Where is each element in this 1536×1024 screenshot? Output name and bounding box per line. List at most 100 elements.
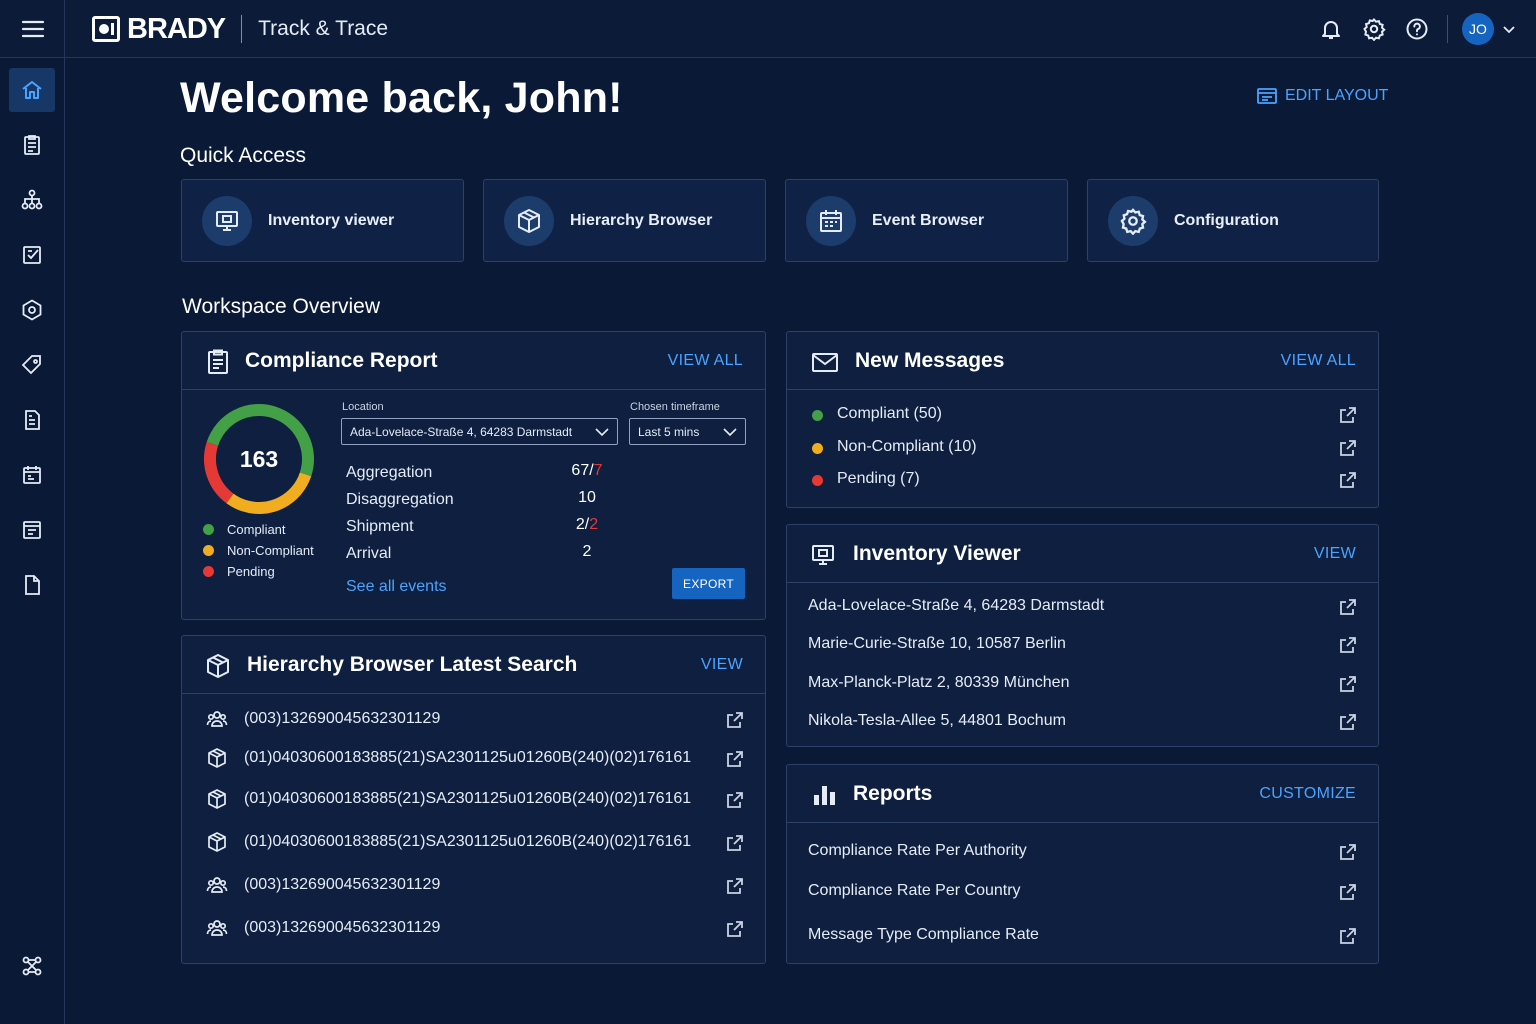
- external-link-icon[interactable]: [1338, 712, 1358, 732]
- gear-icon[interactable]: [1362, 17, 1386, 41]
- view-link[interactable]: VIEW: [1314, 545, 1356, 563]
- message-status-item[interactable]: Pending (7): [837, 470, 920, 488]
- hierarchy-result-item[interactable]: (003)132690045632301129: [244, 710, 440, 728]
- sidebar-item-labels[interactable]: [9, 343, 55, 387]
- timeframe-select[interactable]: Last 5 mins: [629, 418, 746, 445]
- quick-access-label: Configuration: [1174, 211, 1279, 229]
- avatar[interactable]: JO: [1462, 13, 1494, 45]
- clipboard-icon: [24, 135, 40, 155]
- legend-item: Compliant: [203, 522, 286, 537]
- sidebar-item-documents[interactable]: [9, 563, 55, 607]
- inventory-viewer-panel: Inventory Viewer VIEW Ada-Lovelace-Straß…: [786, 524, 1379, 747]
- inventory-location-item[interactable]: Marie-Curie-Straße 10, 10587 Berlin: [808, 635, 1066, 653]
- see-all-events-link[interactable]: See all events: [346, 578, 447, 596]
- message-status-item[interactable]: Compliant (50): [837, 405, 942, 423]
- bell-icon[interactable]: [1319, 17, 1343, 41]
- view-link[interactable]: VIEW: [701, 656, 743, 674]
- inventory-location-item[interactable]: Max-Planck-Platz 2, 80339 München: [808, 674, 1069, 692]
- hierarchy-result-item[interactable]: (01)04030600183885(21)SA2301125u01260B(2…: [244, 833, 691, 851]
- stat-label: Disaggregation: [346, 491, 454, 508]
- chevron-down-icon[interactable]: [1502, 22, 1516, 36]
- report-item[interactable]: Message Type Compliance Rate: [808, 926, 1039, 944]
- hierarchy-search-panel: Hierarchy Browser Latest Search VIEW (00…: [181, 635, 766, 964]
- panel-header: Hierarchy Browser Latest Search VIEW: [182, 636, 765, 694]
- home-icon: [22, 81, 42, 99]
- sidebar: [0, 58, 64, 1024]
- inventory-location-item[interactable]: Nikola-Tesla-Allee 5, 44801 Bochum: [808, 712, 1066, 730]
- divider: [1447, 15, 1448, 43]
- hierarchy-result-item[interactable]: (01)04030600183885(21)SA2301125u01260B(2…: [244, 790, 691, 808]
- external-link-icon[interactable]: [1338, 597, 1358, 617]
- hamburger-icon[interactable]: [20, 17, 46, 41]
- external-link-icon[interactable]: [1338, 438, 1358, 458]
- external-link-icon[interactable]: [725, 876, 745, 896]
- sidebar-item-packaging[interactable]: [9, 288, 55, 332]
- monitor-icon: [812, 545, 834, 565]
- compliance-report-panel: Compliance Report VIEW ALL 163 Compliant…: [181, 331, 766, 620]
- file-icon: [25, 575, 40, 595]
- calendar-icon: [806, 195, 856, 246]
- hierarchy-result-item[interactable]: (003)132690045632301129: [244, 919, 440, 937]
- app-name: Track & Trace: [258, 17, 389, 40]
- bar-chart-icon: [814, 786, 835, 805]
- sidebar-item-hierarchy[interactable]: [9, 178, 55, 222]
- checklist-icon: [23, 246, 41, 264]
- monitor-icon: [202, 195, 252, 246]
- external-link-icon[interactable]: [1338, 842, 1358, 862]
- hierarchy-icon: [21, 189, 43, 210]
- status-dot: [812, 443, 823, 454]
- brady-logo-icon: [92, 16, 120, 42]
- clipboard-icon: [208, 349, 228, 374]
- sidebar-item-checklist[interactable]: [9, 233, 55, 277]
- external-link-icon[interactable]: [1338, 470, 1358, 490]
- integrations-icon: [22, 956, 42, 976]
- hierarchy-result-item[interactable]: (01)04030600183885(21)SA2301125u01260B(2…: [244, 749, 691, 767]
- sidebar-item-archive[interactable]: [9, 508, 55, 552]
- external-link-icon[interactable]: [725, 749, 745, 769]
- view-all-link[interactable]: VIEW ALL: [668, 352, 743, 370]
- timeframe-label: Chosen timeframe: [630, 401, 720, 413]
- stat-value: 2/2: [575, 516, 599, 533]
- message-status-item[interactable]: Non-Compliant (10): [837, 438, 977, 456]
- quick-access-event-browser[interactable]: Event Browser: [785, 179, 1068, 262]
- box-icon: [206, 747, 228, 769]
- external-link-icon[interactable]: [725, 790, 745, 810]
- hierarchy-result-item[interactable]: (003)132690045632301129: [244, 876, 440, 894]
- quick-access-hierarchy-browser[interactable]: Hierarchy Browser: [483, 179, 766, 262]
- customize-link[interactable]: CUSTOMIZE: [1259, 785, 1356, 803]
- external-link-icon[interactable]: [1338, 674, 1358, 694]
- external-link-icon[interactable]: [725, 710, 745, 730]
- external-link-icon[interactable]: [1338, 926, 1358, 946]
- sidebar-item-tasks[interactable]: [9, 123, 55, 167]
- page-title: Welcome back, John!: [180, 74, 623, 122]
- sidebar-item-calendar[interactable]: [9, 453, 55, 497]
- external-link-icon[interactable]: [1338, 405, 1358, 425]
- package-settings-icon: [22, 299, 42, 321]
- brand-logo[interactable]: BRADY Track & Trace: [92, 13, 389, 45]
- chevron-down-icon: [723, 428, 737, 437]
- sidebar-item-home[interactable]: [9, 68, 55, 112]
- help-icon[interactable]: [1405, 17, 1429, 41]
- external-link-icon[interactable]: [725, 833, 745, 853]
- location-label: Location: [342, 401, 384, 413]
- report-item[interactable]: Compliance Rate Per Authority: [808, 842, 1027, 860]
- external-link-icon[interactable]: [1338, 635, 1358, 655]
- edit-layout-button[interactable]: EDIT LAYOUT: [1256, 86, 1388, 106]
- view-all-link[interactable]: VIEW ALL: [1281, 352, 1356, 370]
- external-link-icon[interactable]: [725, 919, 745, 939]
- quick-access-inventory-viewer[interactable]: Inventory viewer: [181, 179, 464, 262]
- export-button[interactable]: EXPORT: [672, 568, 745, 599]
- users-icon: [206, 917, 228, 939]
- location-select[interactable]: Ada-Lovelace-Straße 4, 64283 Darmstadt: [341, 418, 618, 445]
- panel-header: Inventory Viewer VIEW: [787, 525, 1378, 583]
- sidebar-item-reports[interactable]: [9, 398, 55, 442]
- stat-label: Shipment: [346, 518, 414, 535]
- stat-value: 2: [582, 543, 592, 560]
- report-item[interactable]: Compliance Rate Per Country: [808, 882, 1021, 900]
- external-link-icon[interactable]: [1338, 882, 1358, 902]
- panel-title: Hierarchy Browser Latest Search: [247, 653, 578, 676]
- sidebar-item-integrations[interactable]: [9, 944, 55, 988]
- reports-panel: Reports CUSTOMIZE Compliance Rate Per Au…: [786, 764, 1379, 964]
- inventory-location-item[interactable]: Ada-Lovelace-Straße 4, 64283 Darmstadt: [808, 597, 1104, 615]
- quick-access-configuration[interactable]: Configuration: [1087, 179, 1379, 262]
